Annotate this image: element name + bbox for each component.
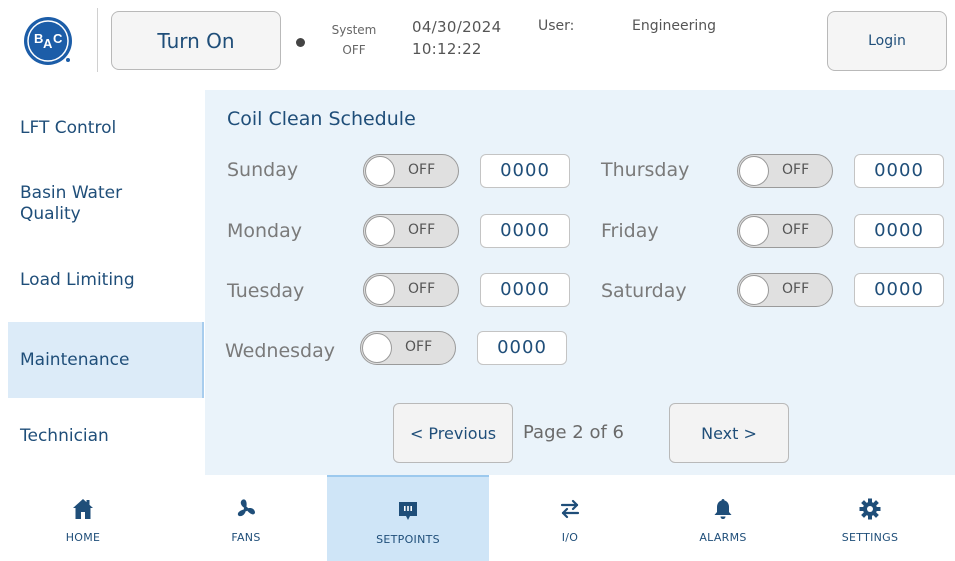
toggle-monday[interactable]: OFF bbox=[363, 214, 459, 248]
sidebar-item-lft-control[interactable]: LFT Control bbox=[8, 90, 204, 166]
nav-label: ALARMS bbox=[699, 531, 747, 544]
user-value: Engineering bbox=[632, 18, 716, 34]
svg-text:B: B bbox=[34, 31, 43, 46]
toggle-knob bbox=[365, 156, 395, 186]
toggle-state-label: OFF bbox=[408, 162, 436, 178]
sidebar-item-label: Technician bbox=[20, 425, 109, 446]
toggle-thursday[interactable]: OFF bbox=[737, 154, 833, 188]
nav-setpoints[interactable]: SETPOINTS bbox=[327, 475, 489, 561]
toggle-state-label: OFF bbox=[782, 281, 810, 297]
day-label-tuesday: Tuesday bbox=[227, 280, 305, 302]
toggle-state-label: OFF bbox=[782, 222, 810, 238]
nav-home[interactable]: HOME bbox=[2, 475, 164, 561]
toggle-knob bbox=[739, 275, 769, 305]
sidebar-item-maintenance[interactable]: Maintenance bbox=[8, 322, 204, 398]
coil-clean-schedule-panel: Coil Clean Schedule Sunday OFF 0000 Mond… bbox=[205, 90, 955, 475]
time-input-saturday[interactable]: 0000 bbox=[854, 273, 944, 307]
nav-settings[interactable]: SETTINGS bbox=[789, 475, 951, 561]
nav-alarms[interactable]: ALARMS bbox=[642, 475, 804, 561]
toggle-friday[interactable]: OFF bbox=[737, 214, 833, 248]
sidebar-item-label: Maintenance bbox=[20, 349, 130, 370]
system-label: System bbox=[331, 23, 377, 37]
header-divider bbox=[97, 8, 98, 72]
toggle-sunday[interactable]: OFF bbox=[363, 154, 459, 188]
sidebar-item-load-limiting[interactable]: Load Limiting bbox=[8, 242, 204, 318]
sidebar-item-label: Load Limiting bbox=[20, 269, 135, 290]
time-input-sunday[interactable]: 0000 bbox=[480, 154, 570, 188]
toggle-knob bbox=[365, 275, 395, 305]
time-input-thursday[interactable]: 0000 bbox=[854, 154, 944, 188]
current-time: 10:12:22 bbox=[412, 40, 482, 58]
nav-label: FANS bbox=[231, 531, 261, 544]
gear-icon bbox=[859, 498, 881, 520]
header-bar: B A C Turn On System OFF 04/30/2024 10:1… bbox=[0, 0, 955, 90]
time-input-wednesday[interactable]: 0000 bbox=[477, 331, 567, 365]
fan-icon bbox=[237, 499, 255, 517]
current-date: 04/30/2024 bbox=[412, 18, 502, 36]
nav-label: I/O bbox=[561, 531, 579, 544]
page-indicator: Page 2 of 6 bbox=[523, 422, 624, 443]
sidebar-item-label: LFT Control bbox=[20, 117, 117, 138]
day-label-sunday: Sunday bbox=[227, 159, 299, 181]
io-arrows-icon bbox=[560, 499, 580, 519]
day-label-saturday: Saturday bbox=[601, 280, 687, 302]
day-label-thursday: Thursday bbox=[601, 159, 690, 181]
nav-label: SETPOINTS bbox=[376, 533, 440, 546]
home-icon bbox=[73, 499, 93, 519]
nav-label: HOME bbox=[65, 531, 101, 544]
toggle-knob bbox=[365, 216, 395, 246]
sidebar-item-basin-water-quality[interactable]: Basin Water Quality bbox=[8, 166, 204, 242]
toggle-state-label: OFF bbox=[408, 222, 436, 238]
page-title: Coil Clean Schedule bbox=[227, 108, 416, 130]
svg-text:A: A bbox=[43, 36, 53, 51]
nav-io[interactable]: I/O bbox=[489, 475, 651, 561]
login-button[interactable]: Login bbox=[827, 11, 947, 71]
system-status-indicator bbox=[296, 38, 305, 47]
bac-logo: B A C bbox=[24, 17, 72, 65]
time-input-tuesday[interactable]: 0000 bbox=[480, 273, 570, 307]
time-input-monday[interactable]: 0000 bbox=[480, 214, 570, 248]
next-page-button[interactable]: Next > bbox=[669, 403, 789, 463]
toggle-tuesday[interactable]: OFF bbox=[363, 273, 459, 307]
toggle-knob bbox=[739, 156, 769, 186]
day-label-monday: Monday bbox=[227, 220, 303, 242]
turn-on-button[interactable]: Turn On bbox=[111, 11, 281, 70]
toggle-knob bbox=[739, 216, 769, 246]
toggle-saturday[interactable]: OFF bbox=[737, 273, 833, 307]
bell-icon bbox=[714, 499, 732, 519]
svg-text:C: C bbox=[53, 31, 63, 46]
sidebar-item-label: Basin Water Quality bbox=[20, 183, 123, 224]
previous-page-button[interactable]: < Previous bbox=[393, 403, 513, 463]
toggle-state-label: OFF bbox=[408, 281, 436, 297]
toggle-knob bbox=[362, 333, 392, 363]
toggle-state-label: OFF bbox=[405, 339, 433, 355]
sidebar-item-technician[interactable]: Technician bbox=[8, 398, 204, 474]
setpoints-icon bbox=[399, 502, 417, 520]
system-status-value: OFF bbox=[342, 43, 366, 57]
nav-fans[interactable]: FANS bbox=[165, 475, 327, 561]
toggle-wednesday[interactable]: OFF bbox=[360, 331, 456, 365]
user-label: User: bbox=[538, 18, 575, 34]
toggle-state-label: OFF bbox=[782, 162, 810, 178]
bottom-navigation: HOME FANS SETPOINTS I/O ALARMS SETTINGS bbox=[0, 475, 955, 561]
sidebar-menu: LFT Control Basin Water Quality Load Lim… bbox=[0, 90, 205, 475]
day-label-friday: Friday bbox=[601, 220, 659, 242]
time-input-friday[interactable]: 0000 bbox=[854, 214, 944, 248]
day-label-wednesday: Wednesday bbox=[225, 340, 336, 362]
nav-label: SETTINGS bbox=[841, 531, 899, 544]
